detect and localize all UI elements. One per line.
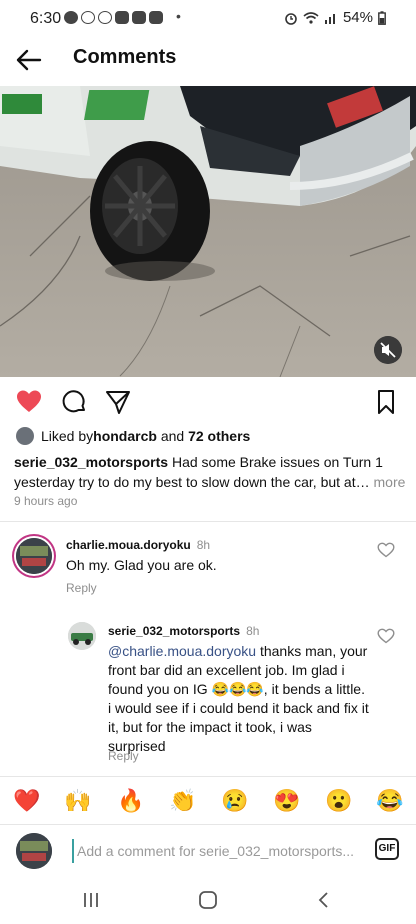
youtube-icon	[132, 11, 146, 24]
liker-avatar	[16, 427, 34, 445]
youtube-icon	[115, 11, 129, 24]
post-image[interactable]	[0, 86, 416, 377]
messenger-icon	[64, 11, 78, 24]
divider	[0, 521, 416, 522]
notification-icon	[81, 11, 95, 24]
comment-composer: GIF	[0, 824, 416, 877]
save-bookmark-icon[interactable]	[372, 388, 400, 416]
sync-icon	[98, 11, 112, 24]
alarm-icon	[285, 12, 297, 25]
battery-icon	[378, 10, 386, 25]
avatar[interactable]	[68, 622, 96, 650]
comment-username[interactable]: charlie.moua.doryoku	[66, 538, 191, 552]
status-time: 6:30	[30, 10, 62, 27]
header-bar: Comments	[0, 36, 416, 84]
post-timestamp: 9 hours ago	[14, 494, 78, 508]
mute-icon[interactable]	[374, 336, 402, 364]
comment-icon[interactable]	[60, 388, 88, 416]
recent-apps-icon[interactable]	[80, 890, 102, 910]
liked-by[interactable]: Liked by hondarcb and 72 others	[16, 426, 250, 446]
comment-text: @charlie.moua.doryoku thanks man, your f…	[108, 642, 370, 756]
wifi-icon	[303, 12, 319, 24]
liked-by-others[interactable]: 72 others	[188, 428, 250, 444]
avatar[interactable]	[16, 538, 52, 574]
youtube-icon	[149, 11, 163, 24]
comment-body: thanks man, your front bar did an excell…	[108, 643, 369, 754]
system-nav-bar	[0, 876, 416, 924]
emoji-raised-hands[interactable]: 🙌	[64, 788, 91, 814]
battery-percent: 54%	[342, 9, 373, 26]
back-icon[interactable]	[313, 890, 335, 910]
home-icon[interactable]	[197, 890, 219, 910]
emoji-fire[interactable]: 🔥	[117, 788, 144, 814]
comment-time: 8h	[196, 538, 211, 552]
more-notifications-icon: •	[176, 8, 181, 24]
avatar	[16, 833, 52, 869]
system-icons: 54%	[284, 9, 386, 26]
share-icon[interactable]	[104, 388, 132, 416]
comment-like-heart-icon[interactable]	[377, 542, 395, 558]
liked-by-prefix: Liked by	[41, 428, 94, 444]
caption-author[interactable]: serie_032_motorsports	[14, 454, 168, 470]
post-actions	[0, 384, 416, 420]
comment-like-heart-icon[interactable]	[377, 628, 395, 644]
comment-time: 8h	[246, 624, 260, 638]
emoji-surprised[interactable]: 😮	[325, 788, 352, 814]
status-bar: 6:30 • 54%	[0, 0, 416, 36]
like-heart-icon[interactable]	[15, 388, 43, 416]
comment-item: charlie.moua.doryoku 8h Oh my. Glad you a…	[0, 530, 416, 600]
reply-button[interactable]: Reply	[108, 749, 139, 763]
signal-icon	[324, 14, 335, 24]
emoji-laughing[interactable]: 😂	[376, 788, 403, 814]
comment-input[interactable]	[72, 839, 367, 863]
emoji-heart-eyes[interactable]: 😍	[273, 788, 300, 814]
notification-icons	[64, 11, 163, 24]
emoji-heart[interactable]: ❤️	[13, 788, 40, 814]
comment-text: Oh my. Glad you are ok.	[66, 557, 217, 573]
mention-link[interactable]: @charlie.moua.doryoku	[108, 643, 256, 659]
emoji-clap[interactable]: 👏	[169, 788, 196, 814]
quick-reactions-bar: ❤️ 🙌 🔥 👏 😢 😍 😮 😂	[0, 776, 416, 825]
crashed-car-photo	[0, 86, 416, 377]
liked-by-user[interactable]: hondarcb	[93, 428, 157, 444]
caption-more-link[interactable]: more	[370, 474, 406, 490]
emoji-crying[interactable]: 😢	[221, 788, 248, 814]
post-caption: serie_032_motorsports Had some Brake iss…	[14, 452, 406, 492]
avatar-image	[68, 622, 96, 650]
comment-item: serie_032_motorsports 8h @charlie.moua.do…	[0, 614, 416, 774]
reply-button[interactable]: Reply	[66, 581, 97, 595]
gif-button[interactable]: GIF	[375, 838, 399, 860]
comment-meta: serie_032_motorsports 8h	[108, 622, 259, 640]
page-title: Comments	[73, 46, 177, 68]
avatar-image	[16, 833, 52, 869]
comment-meta: charlie.moua.doryoku 8h	[66, 536, 210, 554]
avatar-image	[16, 538, 52, 574]
comment-username[interactable]: serie_032_motorsports	[108, 624, 240, 638]
liked-by-and: and	[156, 428, 189, 444]
back-arrow-icon[interactable]	[14, 46, 44, 74]
